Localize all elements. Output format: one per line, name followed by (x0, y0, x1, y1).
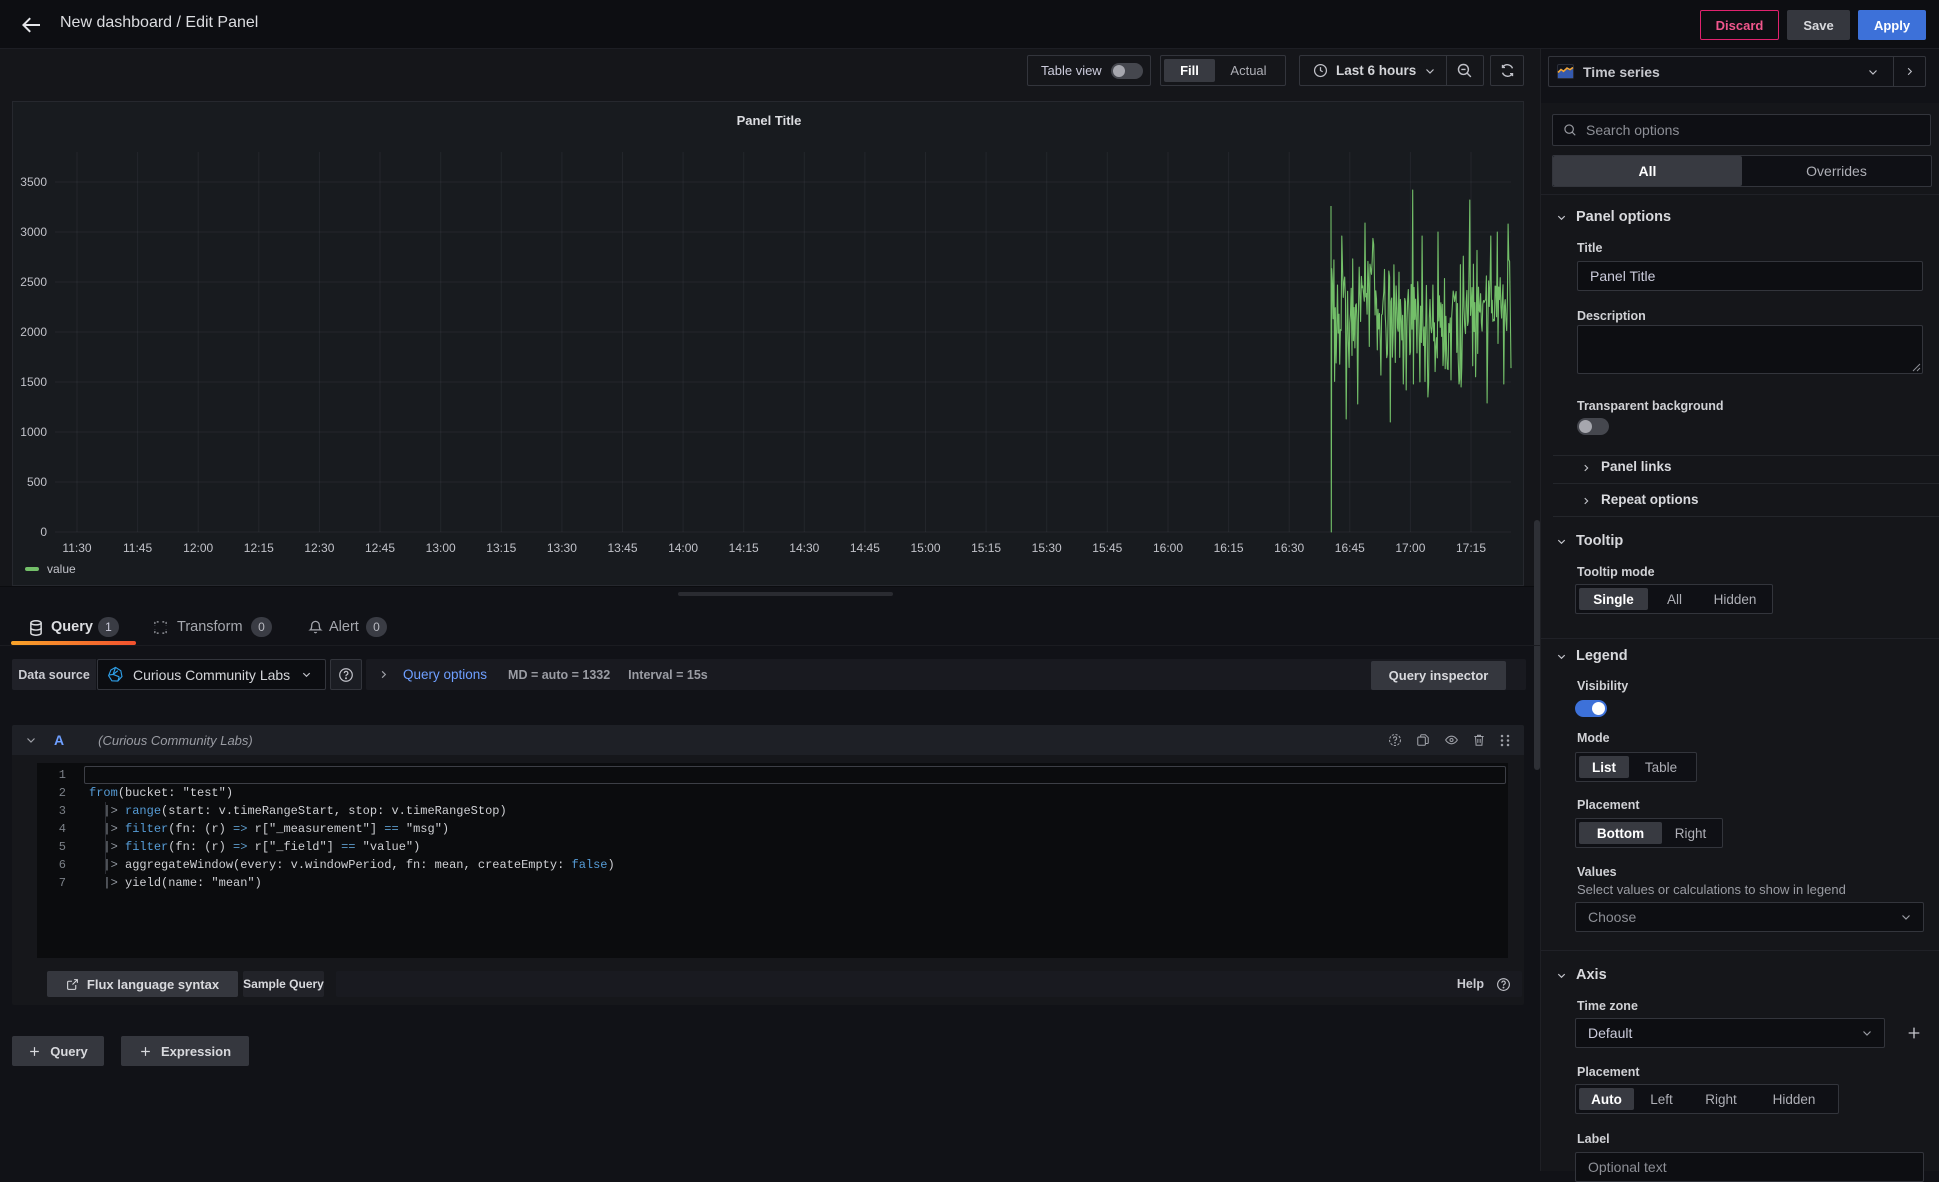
svg-text:3500: 3500 (20, 175, 47, 189)
svg-text:17:00: 17:00 (1395, 541, 1425, 555)
svg-text:14:00: 14:00 (668, 541, 698, 555)
svg-text:15:00: 15:00 (910, 541, 940, 555)
svg-text:17:15: 17:15 (1456, 541, 1486, 555)
svg-text:13:30: 13:30 (547, 541, 577, 555)
svg-text:15:15: 15:15 (971, 541, 1001, 555)
svg-text:1000: 1000 (20, 425, 47, 439)
svg-text:11:30: 11:30 (62, 541, 91, 555)
svg-text:16:30: 16:30 (1274, 541, 1304, 555)
svg-text:0: 0 (40, 525, 47, 539)
svg-text:14:45: 14:45 (850, 541, 880, 555)
svg-text:2000: 2000 (20, 325, 47, 339)
svg-text:16:15: 16:15 (1214, 541, 1244, 555)
svg-text:12:45: 12:45 (365, 541, 395, 555)
svg-text:14:15: 14:15 (729, 541, 759, 555)
svg-text:11:45: 11:45 (123, 541, 152, 555)
svg-text:value: value (47, 562, 76, 576)
svg-text:13:00: 13:00 (426, 541, 456, 555)
svg-text:15:30: 15:30 (1032, 541, 1062, 555)
svg-text:16:00: 16:00 (1153, 541, 1183, 555)
svg-text:13:45: 13:45 (607, 541, 637, 555)
svg-text:3000: 3000 (20, 225, 47, 239)
svg-text:1500: 1500 (20, 375, 47, 389)
svg-text:2500: 2500 (20, 275, 47, 289)
svg-text:12:00: 12:00 (183, 541, 213, 555)
svg-text:12:30: 12:30 (304, 541, 334, 555)
svg-text:12:15: 12:15 (244, 541, 274, 555)
svg-text:15:45: 15:45 (1092, 541, 1122, 555)
svg-text:14:30: 14:30 (789, 541, 819, 555)
svg-text:16:45: 16:45 (1335, 541, 1365, 555)
svg-text:13:15: 13:15 (486, 541, 516, 555)
svg-text:500: 500 (27, 475, 47, 489)
